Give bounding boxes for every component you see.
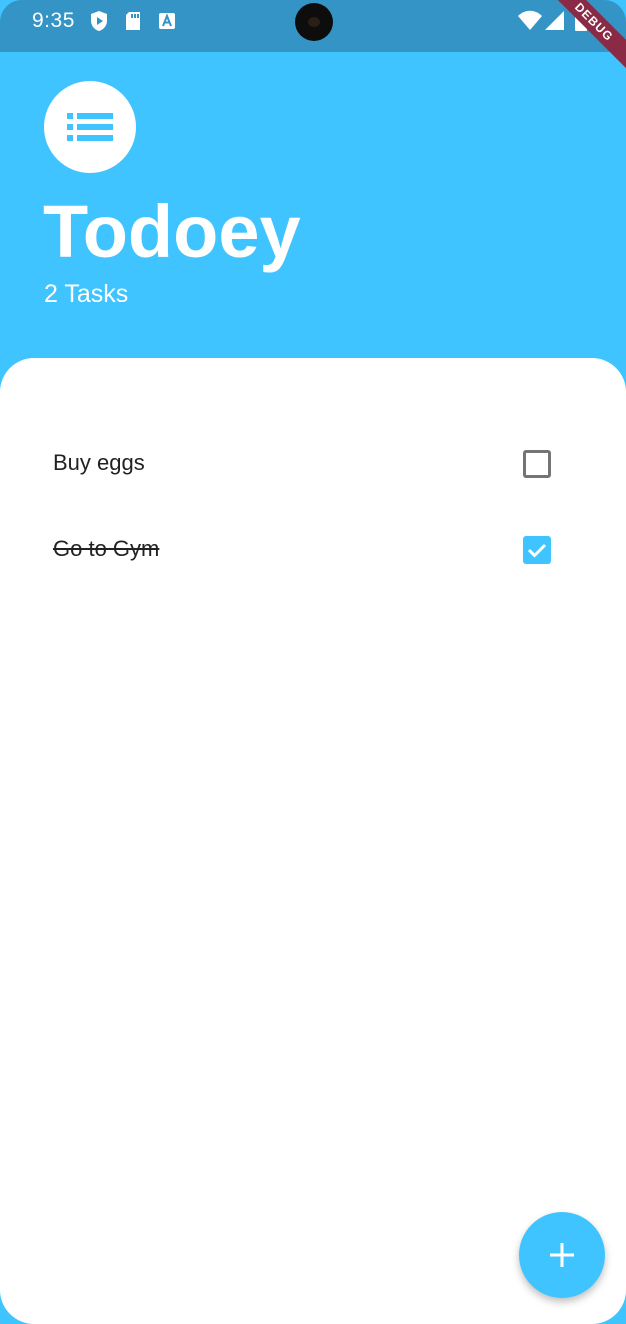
wifi-icon <box>517 10 543 32</box>
sd-card-icon <box>124 10 144 32</box>
app-title: Todoey <box>43 190 301 273</box>
plus-icon <box>550 1243 574 1267</box>
task-label: Go to Gym <box>53 536 160 561</box>
task-count: 2 Tasks <box>44 280 129 308</box>
app-screen: 9:35 DEBUG Todoey 2 Tasks Buy eggs Go to… <box>0 0 626 1324</box>
task-list-sheet: Buy eggs Go to Gym <box>0 358 626 1324</box>
task-checkbox[interactable] <box>523 536 551 564</box>
font-a-icon <box>157 10 177 32</box>
add-task-button[interactable] <box>519 1212 605 1298</box>
task-checkbox[interactable] <box>523 450 551 478</box>
status-bar: 9:35 DEBUG <box>0 0 626 76</box>
task-label: Buy eggs <box>53 450 145 475</box>
app-logo <box>44 81 136 173</box>
list-icon <box>67 113 113 141</box>
task-row[interactable]: Buy eggs <box>0 434 626 494</box>
signal-icon <box>544 10 566 32</box>
status-time: 9:35 <box>32 9 75 32</box>
camera-cutout <box>295 3 333 41</box>
check-icon <box>527 543 547 558</box>
task-row[interactable]: Go to Gym <box>0 520 626 580</box>
shield-play-icon <box>89 10 109 32</box>
